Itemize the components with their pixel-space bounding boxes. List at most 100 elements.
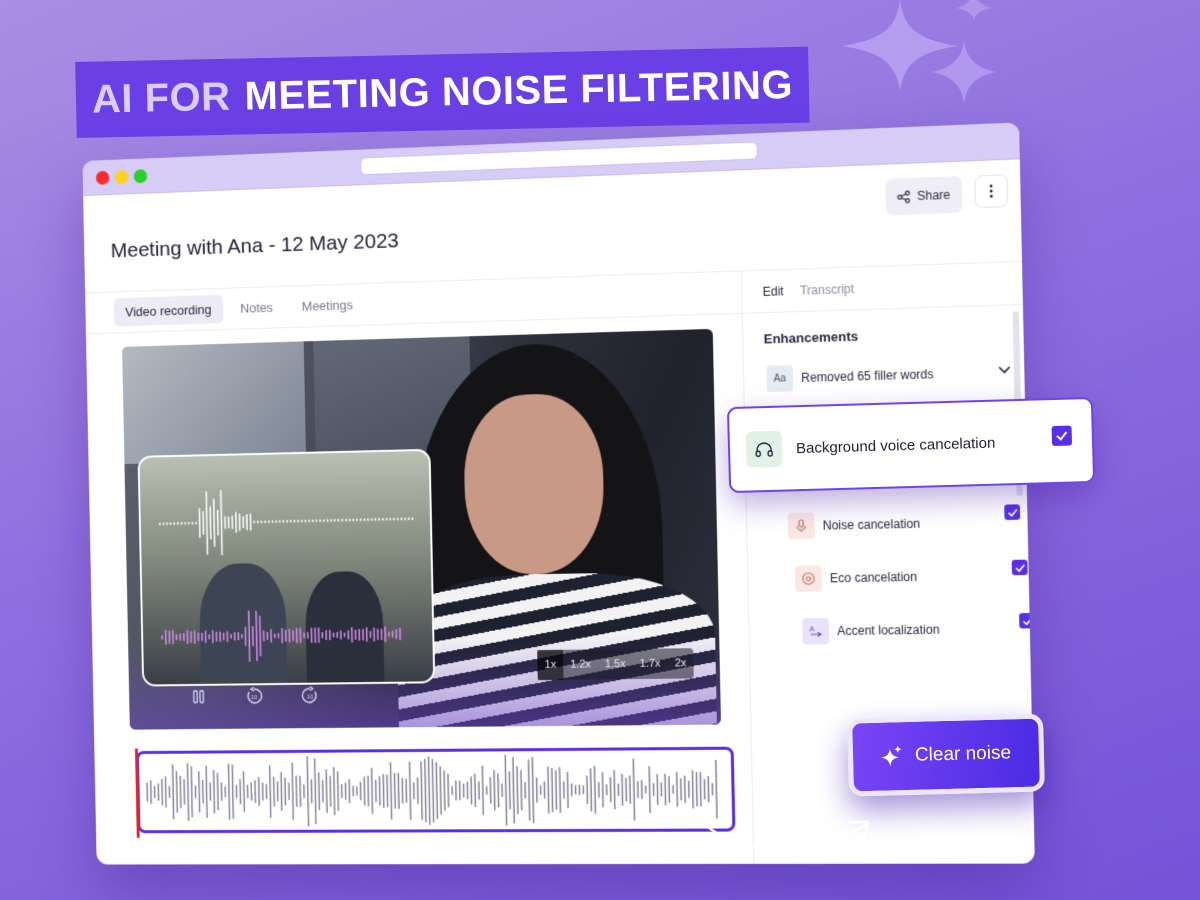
waveform-bar (395, 773, 396, 809)
share-button[interactable]: Share (885, 175, 963, 216)
chevron-down-icon[interactable] (997, 365, 1012, 376)
svg-text:A: A (809, 626, 814, 633)
waveform-bar (475, 774, 476, 807)
waveform-bar (368, 776, 369, 807)
clear-noise-label: Clear noise (914, 742, 1012, 766)
waveform-bar (244, 771, 245, 812)
minimize-window-dot[interactable] (114, 169, 129, 185)
waveform-bar (633, 759, 634, 821)
headline-part1: AI FOR (91, 74, 231, 122)
background-voice-cancelation-checkbox[interactable] (1051, 425, 1073, 447)
background-voice-cancelation-label: Background voice cancelation (795, 434, 996, 457)
player-controls: 10 10 (188, 685, 321, 708)
waveform-bar (602, 772, 603, 807)
tab-meetings[interactable]: Meetings (290, 290, 365, 321)
edit-panel-tabs: Edit Transcript (741, 261, 1023, 314)
waveform-bar (547, 766, 550, 814)
waveform-bar (176, 771, 177, 812)
rewind-10-button[interactable]: 10 (243, 685, 265, 707)
noise-cancelation-checkbox[interactable] (1004, 504, 1021, 520)
more-options-button[interactable] (974, 174, 1009, 209)
waveform-bar (270, 765, 271, 817)
video-player[interactable]: 1x 1.2x 1.5x 1.7x 2x 10 10 (122, 328, 722, 730)
tab-notes[interactable]: Notes (228, 293, 284, 323)
text-aa-icon: Aa (766, 364, 794, 393)
tab-video-recording[interactable]: Video recording (113, 294, 224, 327)
address-bar[interactable] (360, 141, 758, 176)
headphones-icon (745, 430, 783, 468)
waveform-bar (199, 771, 200, 812)
waveform-bar (428, 756, 429, 825)
eco-cancelation-item: Eco cancelation (794, 564, 917, 593)
microphone-icon (787, 512, 815, 540)
waveform-bar (550, 767, 554, 812)
accent-localization-checkbox[interactable] (1019, 612, 1035, 629)
sparkle-small-icon (932, 40, 996, 104)
checkmark-icon (1014, 563, 1025, 571)
waveform-bar (558, 766, 561, 813)
waveform-bar (517, 766, 518, 814)
background-voice-cancelation-card[interactable]: Background voice cancelation (726, 396, 1096, 494)
waveform-bar (187, 763, 188, 821)
waveform-bar (669, 776, 670, 803)
translate-icon: A (802, 617, 830, 645)
waveform-bar (665, 774, 666, 805)
noise-cancelation-item: Noise cancelation (787, 510, 921, 540)
waveform-bar (232, 765, 233, 819)
waveform-bar (292, 763, 293, 820)
speed-option-1x[interactable]: 1x (537, 649, 564, 681)
voice-wave-bar (218, 510, 219, 536)
waveform-bar (300, 776, 301, 807)
audio-timeline[interactable] (134, 746, 736, 839)
voice-wave-bar (221, 490, 222, 555)
waveform-bar (448, 774, 449, 808)
noise-wave-bar (260, 616, 261, 656)
close-window-dot[interactable] (95, 170, 110, 185)
speed-option-1-5x[interactable]: 1.5x (598, 649, 633, 680)
waveform-bar (296, 776, 297, 807)
waveform-bar (228, 764, 229, 820)
media-panel: Video recording Notes Meetings 1x 1.2x 1… (85, 271, 755, 865)
clear-noise-button[interactable]: Clear noise (847, 713, 1045, 797)
waveform-bar (398, 773, 399, 809)
waveform-bar (173, 764, 174, 819)
noise-wave-bar (256, 611, 257, 661)
waveform-bar (184, 779, 185, 805)
waveform-bar (536, 778, 538, 803)
share-icon (897, 190, 911, 204)
maximize-window-dot[interactable] (133, 169, 148, 184)
waveform-bar (554, 769, 557, 810)
waveform-bar (614, 770, 615, 809)
tab-edit[interactable]: Edit (763, 284, 784, 299)
waveform-bar (494, 770, 495, 810)
background-painting (122, 341, 307, 465)
waveform-bar (692, 770, 693, 808)
eco-cancelation-checkbox[interactable] (1011, 559, 1028, 576)
forward-10-button[interactable]: 10 (299, 685, 321, 707)
rewind-seconds: 10 (251, 696, 258, 702)
filler-words-item[interactable]: Aa Removed 65 filler words (766, 361, 934, 393)
sparkle-icon (880, 745, 902, 767)
waveform-bar (587, 776, 588, 804)
speed-option-1-7x[interactable]: 1.7x (632, 648, 668, 679)
waveform-bar (471, 776, 472, 804)
waveform-bar (594, 766, 595, 814)
waveform-bar (330, 776, 331, 806)
waveform-bar (191, 766, 192, 817)
waveform-bar (716, 760, 717, 819)
waveform-bar (372, 768, 373, 814)
waveform-bar (425, 759, 426, 822)
waveform-bar (281, 772, 282, 811)
waveform-bar (440, 766, 441, 814)
pause-icon (192, 690, 206, 704)
checkmark-icon (1007, 508, 1018, 516)
pause-button[interactable] (188, 686, 209, 708)
waveform-bar (240, 779, 241, 804)
voice-waveform (139, 451, 435, 687)
tab-transcript[interactable]: Transcript (800, 281, 854, 297)
waveform-bar (591, 768, 592, 811)
waveform-bar (630, 776, 631, 804)
speed-option-2x[interactable]: 2x (667, 648, 693, 679)
waveform-bar (700, 772, 701, 807)
speed-option-1-2x[interactable]: 1.2x (563, 649, 598, 679)
